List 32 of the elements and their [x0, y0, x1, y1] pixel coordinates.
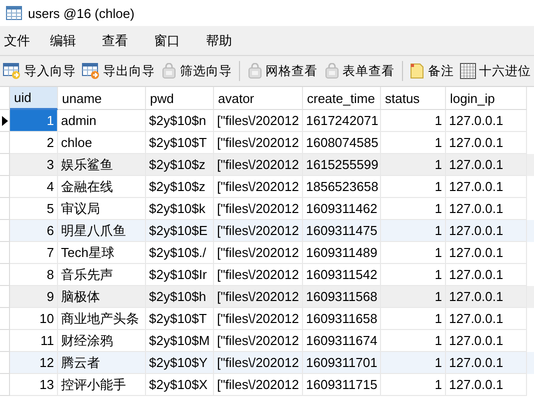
menu-item[interactable]: 窗口	[150, 32, 202, 50]
lock-icon	[161, 63, 177, 79]
toolbar-button[interactable]: 导出向导	[79, 59, 158, 83]
table-cell: 控评小能手	[58, 374, 146, 396]
menu-item[interactable]: 编辑	[46, 32, 98, 50]
table-row[interactable]: 9 脑极体 $2y$10$h ["files\/202012 1609311568 1 127.0.0.1	[0, 286, 534, 308]
table-cell: 1	[10, 110, 58, 132]
table-cell: ["files\/202012	[214, 374, 303, 396]
table-cell: 13	[10, 374, 58, 396]
window-title: users @16 (chloe)	[28, 6, 134, 20]
row-selector[interactable]	[0, 110, 10, 132]
note-icon	[409, 63, 425, 79]
toolbar-button[interactable]: 十六进位	[457, 59, 534, 83]
lock-icon	[324, 63, 340, 79]
table-export-icon	[82, 63, 100, 79]
toolbar-button[interactable]: 备注	[406, 59, 457, 83]
table-cell: 127.0.0.1	[446, 374, 527, 396]
table-row[interactable]: 12 腾云者 $2y$10$Y ["files\/202012 1609311701 1 127.0.0.1	[0, 352, 534, 374]
table-row[interactable]: 3 娱乐鲨鱼 $2y$10$z ["files\/202012 1615255599 1 127.0.0.1	[0, 154, 534, 176]
toolbar-button[interactable]: 导入向导	[0, 59, 79, 83]
table-import-icon	[3, 63, 21, 79]
column-header[interactable]: uid	[10, 87, 58, 110]
lock-icon	[246, 63, 262, 79]
grid-icon	[460, 63, 476, 79]
menu-item[interactable]: 查看	[98, 32, 150, 50]
table-cell: $2y$10$X	[146, 374, 214, 396]
table-icon	[6, 6, 22, 20]
table-row[interactable]: 6 明星八爪鱼 $2y$10$E ["files\/202012 1609311475 1 127.0.0.1	[0, 220, 534, 242]
table-cell: 1	[381, 374, 446, 396]
menu-item[interactable]: 帮助	[202, 32, 254, 50]
menu-item[interactable]: 文件	[0, 32, 46, 50]
table-cell: 1609311715	[303, 374, 381, 396]
